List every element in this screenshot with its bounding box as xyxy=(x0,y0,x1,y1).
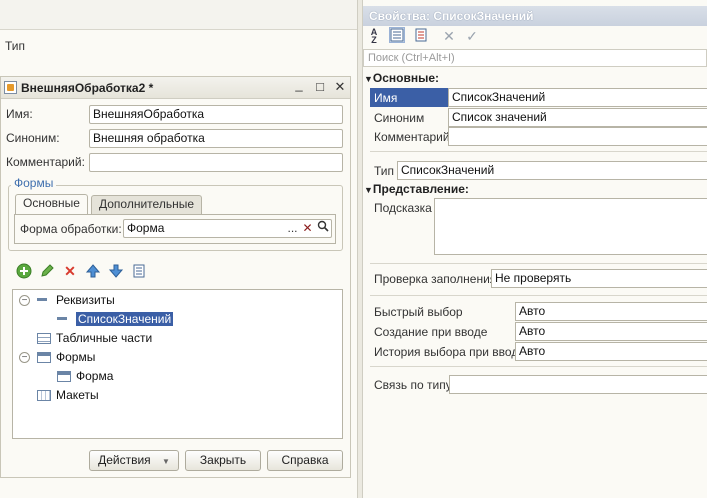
prop-fill-check-field[interactable]: Не проверять xyxy=(491,269,707,288)
prop-fill-check-label: Проверка заполнения xyxy=(374,272,497,286)
object-window: ВнешняяОбработка2 * _ □ ✕ Имя: ВнешняяОб… xyxy=(0,76,351,478)
minimize-button[interactable]: _ xyxy=(291,77,307,93)
tree-item-form[interactable]: Форма xyxy=(57,367,113,385)
section-presentation-title[interactable]: ▼Представление: xyxy=(364,182,469,196)
properties-search-input[interactable]: Поиск (Ctrl+Alt+I) xyxy=(363,49,707,67)
move-down-icon[interactable] xyxy=(108,263,124,279)
external-processing-icon xyxy=(4,81,17,94)
object-window-titlebar[interactable]: ВнешняяОбработка2 * _ □ ✕ xyxy=(1,77,350,99)
separator xyxy=(370,263,707,264)
tree-item-templates[interactable]: Макеты xyxy=(37,386,99,404)
tree-toggle-forms[interactable]: − xyxy=(19,352,30,363)
processing-form-label: Форма обработки: xyxy=(20,222,122,236)
requisite-icon xyxy=(37,298,47,302)
categories-icon[interactable] xyxy=(389,27,405,43)
tree-item-forms[interactable]: Формы xyxy=(37,348,95,366)
prop-create-on-input-field[interactable]: Авто xyxy=(515,322,707,341)
separator xyxy=(370,366,707,367)
tree-item-label: Табличные части xyxy=(56,331,153,345)
attribute-icon xyxy=(57,317,67,321)
select-button[interactable]: ... xyxy=(285,220,300,237)
name-field[interactable]: ВнешняяОбработка xyxy=(89,105,343,124)
collapse-icon: ▼ xyxy=(364,185,373,195)
synonym-field[interactable]: Внешняя обработка xyxy=(89,129,343,148)
edit-icon[interactable] xyxy=(39,263,55,279)
panel-splitter[interactable] xyxy=(357,0,363,498)
separator xyxy=(370,151,707,152)
maximize-button[interactable]: □ xyxy=(312,79,328,95)
list-icon[interactable] xyxy=(131,263,147,279)
close-icon[interactable]: ✕ xyxy=(441,28,457,44)
forms-group-title: Формы xyxy=(11,176,57,190)
template-icon xyxy=(37,390,51,402)
section-main-title[interactable]: ▼Основные: xyxy=(364,71,439,85)
close-window-button[interactable]: ✕ xyxy=(332,79,348,95)
forms-icon xyxy=(37,352,51,364)
prop-type-label: Тип xyxy=(374,164,395,178)
open-search-icon[interactable] xyxy=(315,220,330,237)
properties-header: Свойства: СписокЗначений xyxy=(363,6,707,26)
object-window-title: ВнешняяОбработка2 * xyxy=(21,81,154,95)
collapse-icon: ▼ xyxy=(364,74,373,84)
add-icon[interactable] xyxy=(16,263,32,279)
check-icon[interactable]: ✓ xyxy=(464,28,480,44)
prop-quick-choice-field[interactable]: Авто xyxy=(515,302,707,321)
name-label: Имя: xyxy=(6,107,33,121)
tree-item-label: Форма xyxy=(76,369,114,383)
prop-tooltip-field[interactable] xyxy=(434,198,707,255)
prop-name-field[interactable]: СписокЗначений xyxy=(448,88,707,107)
prop-comment-field[interactable] xyxy=(448,127,707,146)
tab-pane: Форма обработки: Форма ... ✕ xyxy=(14,214,336,244)
tree-item-label: Реквизиты xyxy=(56,293,115,307)
settings-icon[interactable] xyxy=(413,28,429,44)
delete-icon[interactable]: ✕ xyxy=(62,263,78,279)
prop-link-by-type-field[interactable] xyxy=(449,375,707,394)
prop-choice-history-field[interactable]: Авто xyxy=(515,342,707,361)
tree-item-requisites[interactable]: Реквизиты xyxy=(37,291,115,309)
prop-quick-choice-label: Быстрый выбор xyxy=(374,305,463,319)
prop-name-label: Имя xyxy=(374,91,398,105)
close-button[interactable]: Закрыть xyxy=(185,450,261,471)
background-toolbar-area xyxy=(0,0,357,30)
properties-title: Свойства: СписокЗначений xyxy=(369,9,534,23)
prop-tooltip-label: Подсказка xyxy=(374,201,432,215)
tree-toggle-requisites[interactable]: − xyxy=(19,295,30,306)
tab-additional[interactable]: Дополнительные xyxy=(91,195,202,214)
comment-label: Комментарий: xyxy=(6,155,85,169)
tree-item-value-list[interactable]: СписокЗначений xyxy=(57,310,174,328)
tree-item-label: Макеты xyxy=(56,388,99,402)
help-button[interactable]: Справка xyxy=(267,450,343,471)
prop-comment-label: Комментарий xyxy=(374,130,450,144)
table-icon xyxy=(37,333,51,345)
move-up-icon[interactable] xyxy=(85,263,101,279)
metadata-tree[interactable]: − Реквизиты СписокЗначений Табличные час… xyxy=(12,289,343,439)
prop-synonym-field[interactable]: Список значений xyxy=(448,108,707,127)
prop-create-on-input-label: Создание при вводе xyxy=(374,325,488,339)
tree-item-label: Формы xyxy=(56,350,96,364)
clear-button[interactable]: ✕ xyxy=(300,220,315,237)
sort-az-icon[interactable]: AZ xyxy=(366,28,382,45)
prop-link-by-type-label: Связь по типу xyxy=(374,378,452,392)
chevron-down-icon: ▼ xyxy=(162,457,170,466)
prop-choice-history-label: История выбора при вводе xyxy=(374,345,526,359)
actions-button[interactable]: Действия ▼ xyxy=(89,450,179,471)
tree-item-table-parts[interactable]: Табличные части xyxy=(37,329,152,347)
prop-synonym-label: Синоним xyxy=(374,111,425,125)
actions-button-label: Действия xyxy=(98,453,151,467)
prop-type-field[interactable]: СписокЗначений xyxy=(397,161,707,180)
type-label: Тип xyxy=(5,39,26,53)
comment-field[interactable] xyxy=(89,153,343,172)
tab-main[interactable]: Основные xyxy=(15,194,88,214)
separator xyxy=(370,295,707,296)
tree-item-label: СписокЗначений xyxy=(76,312,174,326)
form-icon xyxy=(57,371,71,383)
synonym-label: Синоним: xyxy=(6,131,60,145)
background-type-row: Тип xyxy=(0,30,357,66)
